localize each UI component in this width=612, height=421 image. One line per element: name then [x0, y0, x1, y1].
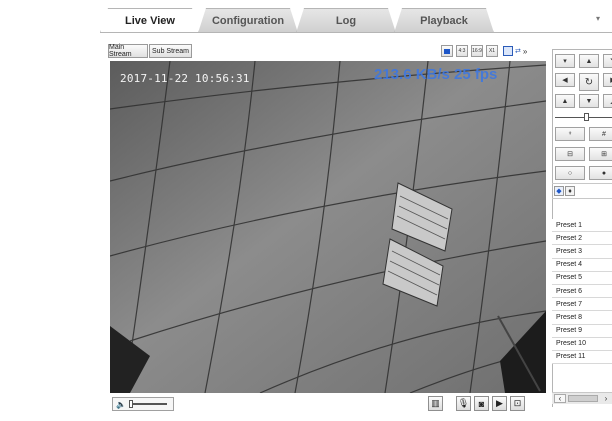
- list-item[interactable]: Preset 11: [552, 350, 612, 365]
- pan-down-left-button[interactable]: ▲: [555, 94, 575, 108]
- fit-window-icon: [444, 48, 450, 54]
- zoom-in-button[interactable]: ⍖: [555, 127, 585, 141]
- film-strip-icon: ▥: [431, 398, 440, 408]
- list-item[interactable]: Preset 2: [552, 232, 612, 246]
- chevron-right-icon: ›: [604, 394, 608, 403]
- preset-list: Preset 1 Preset 2 Preset 3 Preset 4 Pres…: [552, 219, 612, 365]
- pan-up-button[interactable]: ▲: [579, 54, 599, 68]
- iris-close-icon: ●: [601, 169, 607, 177]
- display-mode-selector[interactable]: ⇄ »: [503, 44, 529, 58]
- speaker-icon[interactable]: 🔈: [116, 400, 126, 409]
- osd-timestamp: 2017-11-22 10:56:31: [120, 72, 250, 85]
- focus-far-icon: ⊞: [601, 151, 607, 158]
- list-item[interactable]: Preset 7: [552, 298, 612, 312]
- list-item[interactable]: Preset 5: [552, 271, 612, 285]
- zoom-in-icon: ⍖: [567, 130, 573, 137]
- ptz-panel: ▾ ▲ ◥ ◀ ↻ ▶ ▲ ▼ ◢ ⍖ # ⊟ ⊞ ○ ● ◆ ♦ Preset…: [552, 49, 612, 407]
- arrow-down-left-icon: ▲: [561, 97, 569, 105]
- scroll-left-button[interactable]: ‹: [554, 394, 566, 403]
- rotate-icon: ↻: [584, 76, 594, 88]
- live-video-view[interactable]: 2017-11-22 10:56:31 213.6 KB/s 25 fps: [110, 61, 546, 393]
- arrow-left-icon: ◀: [562, 77, 568, 84]
- ratio-4-3-button[interactable]: 4:3: [456, 45, 468, 57]
- ratio-16-9-button[interactable]: 16:9: [471, 45, 483, 57]
- iris-open-icon: ○: [567, 169, 573, 177]
- scroll-right-button[interactable]: ›: [600, 394, 612, 403]
- tab-playback[interactable]: Playback: [394, 8, 494, 33]
- list-item[interactable]: Preset 10: [552, 337, 612, 351]
- tab-live-view[interactable]: Live View: [100, 8, 200, 33]
- ratio-x1-button[interactable]: X1: [486, 45, 498, 57]
- list-item[interactable]: Preset 9: [552, 324, 612, 338]
- list-item[interactable]: Preset 6: [552, 284, 612, 299]
- pin-icon: ♦: [568, 187, 572, 195]
- auto-pan-button[interactable]: ↻: [579, 73, 599, 91]
- pan-down-right-button[interactable]: ◢: [603, 94, 612, 108]
- list-item[interactable]: Preset 3: [552, 245, 612, 259]
- ptz-divider: [552, 183, 612, 184]
- ceiling-camera-image: [110, 61, 546, 393]
- pan-down-button[interactable]: ▼: [579, 94, 599, 108]
- list-item[interactable]: Preset 1: [552, 219, 612, 233]
- double-chevron-right-icon: »: [522, 46, 528, 56]
- tab-log[interactable]: Log: [296, 8, 396, 33]
- focus-near-icon: ⊟: [567, 151, 573, 158]
- diamond-icon: ◆: [556, 188, 562, 195]
- osd-bitrate: 213.6 KB/s 25 fps: [374, 66, 498, 83]
- ptz-speed-thumb[interactable]: [584, 113, 589, 121]
- pan-right-button[interactable]: ▶: [603, 73, 612, 87]
- arrow-down-icon: ▼: [585, 97, 593, 105]
- tab-divider: [100, 32, 612, 33]
- iris-close-button[interactable]: ●: [589, 166, 612, 180]
- main-stream-button[interactable]: Main Stream: [108, 44, 148, 58]
- microphone-icon: 🎙: [457, 398, 470, 408]
- volume-slider-thumb[interactable]: [128, 400, 133, 408]
- pan-up-left-button[interactable]: ▾: [555, 54, 575, 68]
- record-button[interactable]: ▶: [492, 396, 507, 411]
- digital-zoom-button[interactable]: ⊡: [510, 396, 525, 411]
- pan-up-right-button[interactable]: ◥: [603, 54, 612, 68]
- iris-open-button[interactable]: ○: [555, 166, 585, 180]
- volume-control: 🔈: [112, 397, 174, 411]
- main-tabs: Live View Configuration Log Playback ▾: [100, 8, 612, 33]
- volume-slider[interactable]: [128, 400, 167, 408]
- camera-icon: ◙: [478, 398, 485, 409]
- focus-far-button[interactable]: ⊞: [589, 147, 612, 161]
- focus-near-button[interactable]: ⊟: [555, 147, 585, 161]
- microphone-button[interactable]: 🎙: [456, 396, 471, 411]
- video-control-bar: 🔈 ▥ 🎙 ◙ ▶ ⊡: [110, 395, 546, 413]
- video-camera-icon: ▶: [496, 398, 503, 408]
- scroll-thumb[interactable]: [568, 395, 598, 402]
- list-item[interactable]: Preset 4: [552, 258, 612, 272]
- display-mode-icon: [503, 46, 513, 56]
- preset-scrollbar[interactable]: ‹ ›: [552, 392, 612, 404]
- pan-left-button[interactable]: ◀: [555, 73, 575, 87]
- chevron-down-icon[interactable]: ▾: [596, 14, 600, 23]
- sub-stream-button[interactable]: Sub Stream: [149, 44, 192, 58]
- list-item[interactable]: Preset 8: [552, 311, 612, 325]
- preset-header-divider: [552, 198, 612, 199]
- patrol-tab[interactable]: ♦: [565, 186, 575, 196]
- tab-configuration[interactable]: Configuration: [198, 8, 298, 33]
- expand-arrows-icon: ⇄: [515, 48, 521, 55]
- grid-layout-button[interactable]: ▥: [428, 396, 443, 411]
- video-toolbar: Main Stream Sub Stream 4:3 16:9 X1 ⇄ »: [108, 44, 546, 60]
- chevron-left-icon: ‹: [558, 394, 562, 403]
- fit-window-button[interactable]: [441, 45, 453, 57]
- zoom-frame-icon: ⊡: [513, 398, 522, 408]
- arrow-up-icon: ▲: [585, 57, 593, 65]
- arrow-up-left-icon: ▾: [563, 58, 567, 65]
- preset-tab[interactable]: ◆: [554, 186, 564, 196]
- zoom-out-icon: #: [602, 130, 606, 138]
- zoom-out-button[interactable]: #: [589, 127, 612, 141]
- snapshot-button[interactable]: ◙: [474, 396, 489, 411]
